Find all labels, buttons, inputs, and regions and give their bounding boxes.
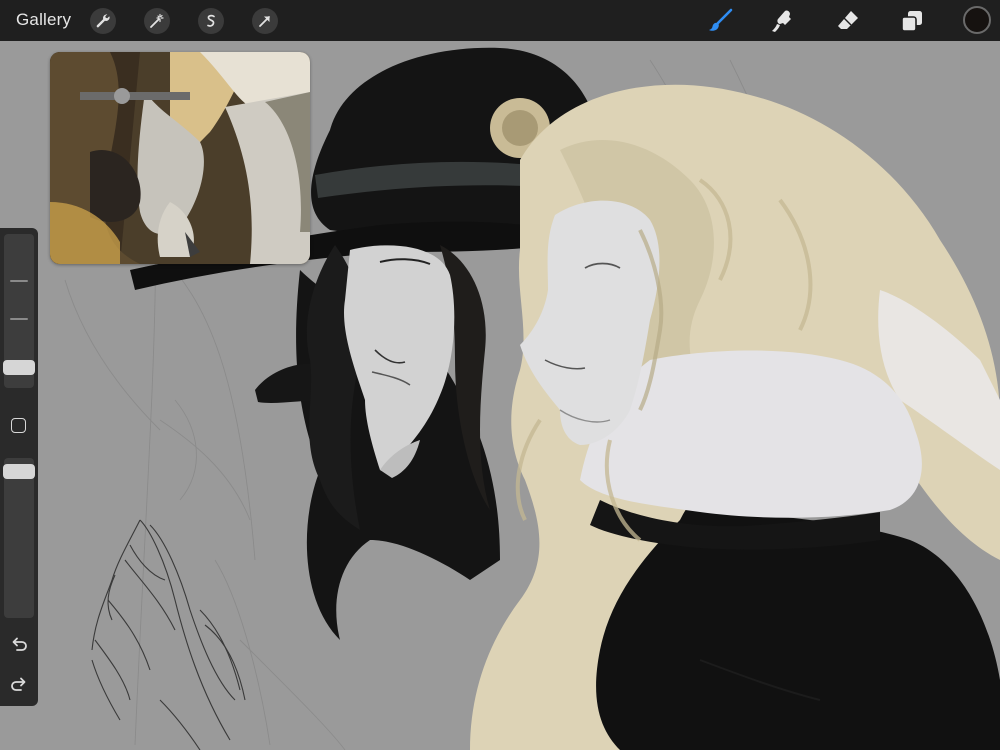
reference-image-window[interactable]: [50, 52, 310, 264]
gallery-button[interactable]: Gallery: [16, 10, 71, 30]
opacity-slider[interactable]: [3, 458, 35, 618]
slider-tick: [10, 280, 28, 282]
reference-image: [50, 52, 310, 264]
brush-size-slider[interactable]: [3, 234, 35, 388]
color-picker-swatch[interactable]: [963, 6, 991, 34]
top-toolbar: Gallery: [0, 0, 1000, 41]
slider-tick: [10, 318, 28, 320]
redo-icon[interactable]: [9, 674, 29, 694]
modify-button[interactable]: [11, 418, 26, 433]
transform-arrow-icon[interactable]: [252, 8, 278, 34]
left-sidebar: [0, 228, 38, 706]
opacity-thumb[interactable]: [3, 464, 35, 479]
selection-icon[interactable]: [198, 8, 224, 34]
brush-icon[interactable]: [705, 6, 735, 36]
eraser-icon[interactable]: [833, 6, 863, 36]
undo-icon[interactable]: [9, 634, 29, 654]
magic-wand-icon[interactable]: [144, 8, 170, 34]
layers-icon[interactable]: [897, 6, 927, 36]
wrench-icon[interactable]: [90, 8, 116, 34]
smudge-icon[interactable]: [768, 6, 798, 36]
brush-size-thumb[interactable]: [3, 360, 35, 375]
